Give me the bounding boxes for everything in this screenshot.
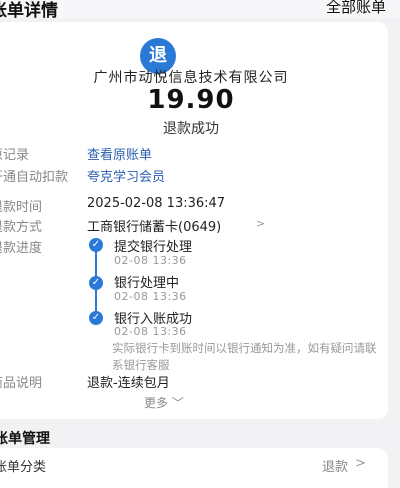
check-icon: ✓ [89,238,103,252]
merchant-name: 广州市动悦信息技术有限公司 [93,70,289,86]
page-title: 账单详情 [0,1,58,21]
all-bills-link[interactable]: 全部账单 [326,0,386,17]
progress-step-time: 02-08 13:36 [114,325,187,338]
chevron-right-icon: > [355,456,366,471]
progress-step-time: 02-08 13:36 [114,290,187,303]
progress-step-time: 02-08 13:36 [114,254,187,267]
refund-method-value[interactable]: 工商银行储蓄卡(0649) [87,216,221,235]
progress-step-title: 提交银行处理 [114,240,193,255]
progress-step-title: 银行处理中 [114,276,180,291]
refund-status: 退款成功 [163,121,219,137]
more-button[interactable]: 更多 ﹀ [144,394,184,411]
chevron-right-icon: > [256,217,266,230]
check-icon: ✓ [89,276,103,290]
bill-detail-card: 退 广州市动悦信息技术有限公司 19.90 退款成功 原记录 查看原账单 开通自… [0,22,388,419]
refund-progress-label: 退款进度 [0,241,43,256]
header-bar: 账单详情 全部账单 [0,0,400,21]
bill-management-title: 账单管理 [0,431,50,447]
product-description-value: 退款-连续包月 [87,376,170,391]
auto-debit-label: 开通自动扣款 [0,170,69,185]
chevron-down-icon: ﹀ [171,396,184,410]
auto-debit-link[interactable]: 夸克学习会员 [87,166,165,185]
refund-time-value: 2025-02-08 13:36:47 [87,196,226,211]
product-description-label: 商品说明 [0,376,43,391]
bill-category-row[interactable]: 账单分类 退款 > [0,448,388,488]
refund-method-label: 退款方式 [0,220,43,235]
more-label: 更多 [144,396,169,410]
bill-category-value: 退款 [321,460,348,475]
refund-time-label: 退款时间 [0,200,43,215]
bill-category-label: 账单分类 [0,460,47,475]
original-record-label: 原记录 [0,148,30,163]
view-original-bill-link[interactable]: 查看原账单 [87,144,152,163]
amount: 19.90 [147,85,235,115]
check-icon: ✓ [89,311,103,325]
progress-note: 实际银行卡到账时间以银行通知为准，如有疑问请联系银行客服 [112,341,377,372]
